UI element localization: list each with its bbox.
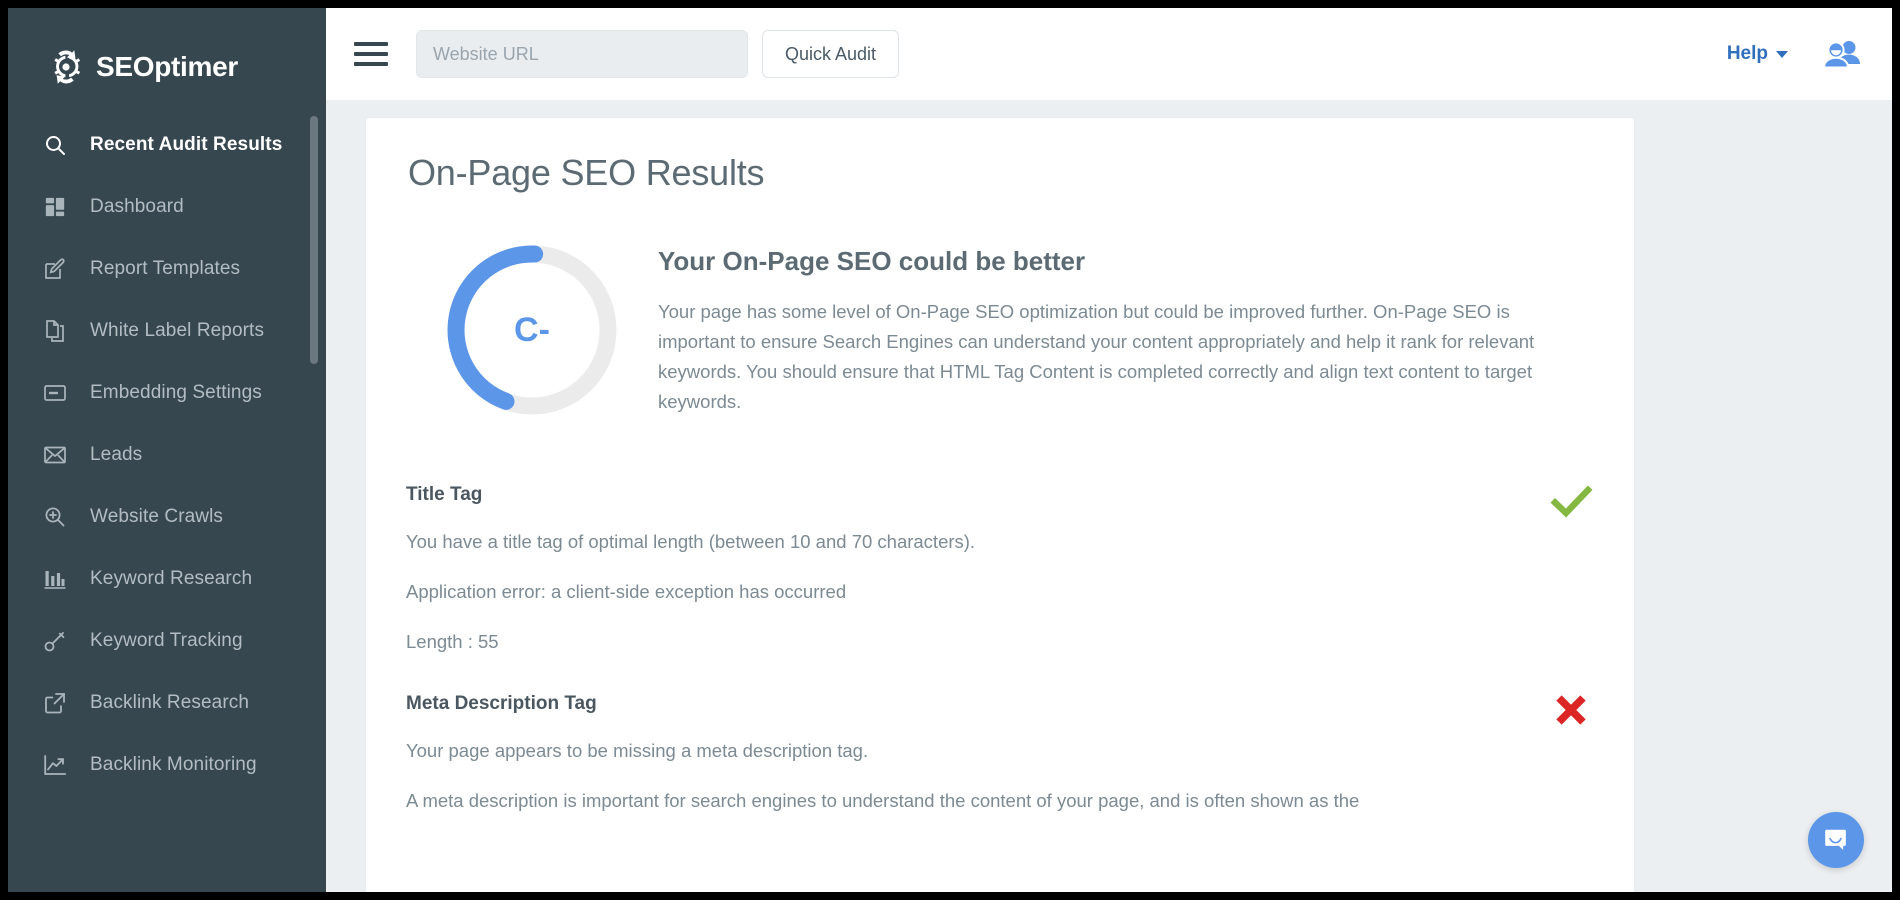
sidebar-item-label: Keyword Research (90, 568, 252, 590)
check-line: Length : 55 (406, 628, 1546, 656)
check-mark-icon (1548, 478, 1594, 524)
main-content: On-Page SEO Results C- Your On-Page SEO … (326, 100, 1892, 892)
page-title: On-Page SEO Results (408, 152, 1584, 194)
copy-documents-icon (42, 318, 68, 344)
quick-audit-button[interactable]: Quick Audit (762, 30, 899, 78)
sidebar-item-recent-audit-results[interactable]: Recent Audit Results (8, 114, 326, 176)
sidebar-item-keyword-research[interactable]: Keyword Research (8, 548, 326, 610)
app-window: SEOptimer Recent Audit Results Dashboard (8, 8, 1892, 892)
sidebar-item-backlink-monitoring[interactable]: Backlink Monitoring (8, 734, 326, 796)
check-title: Title Tag (406, 484, 1584, 506)
line-chart-icon (42, 752, 68, 778)
sidebar-item-label: Recent Audit Results (90, 134, 282, 156)
sidebar: SEOptimer Recent Audit Results Dashboard (8, 8, 326, 892)
external-link-icon (42, 690, 68, 716)
sidebar-item-label: Report Templates (90, 258, 240, 280)
sidebar-nav: Recent Audit Results Dashboard Report Te… (8, 114, 326, 796)
sidebar-item-website-crawls[interactable]: Website Crawls (8, 486, 326, 548)
search-input[interactable] (416, 30, 748, 78)
score-gauge-wrapper: C- (406, 242, 658, 418)
check-line: Application error: a client-side excepti… (406, 578, 1546, 606)
check-title: Meta Description Tag (406, 693, 1584, 715)
sidebar-item-label: Website Crawls (90, 506, 223, 528)
help-menu-button[interactable]: Help (1727, 43, 1788, 65)
sidebar-item-label: Embedding Settings (90, 382, 262, 404)
score-description: Your page has some level of On-Page SEO … (658, 297, 1584, 417)
check-item-title-tag: Title Tag You have a title tag of optima… (406, 484, 1584, 655)
sidebar-item-report-templates[interactable]: Report Templates (8, 238, 326, 300)
score-text-block: Your On-Page SEO could be better Your pa… (658, 242, 1584, 417)
users-account-icon[interactable] (1822, 38, 1862, 70)
sidebar-item-label: White Label Reports (90, 320, 264, 342)
bar-chart-icon (42, 566, 68, 592)
score-summary: C- Your On-Page SEO could be better Your… (406, 242, 1584, 418)
results-card: On-Page SEO Results C- Your On-Page SEO … (366, 118, 1634, 892)
sidebar-item-label: Leads (90, 444, 142, 466)
sidebar-item-embedding-settings[interactable]: Embedding Settings (8, 362, 326, 424)
top-bar: Quick Audit Help (326, 8, 1892, 100)
gear-arrows-logo-icon (46, 47, 86, 87)
score-gauge: C- (444, 242, 620, 418)
key-icon (42, 628, 68, 654)
sidebar-item-backlink-research[interactable]: Backlink Research (8, 672, 326, 734)
sidebar-item-label: Dashboard (90, 196, 184, 218)
sidebar-item-dashboard[interactable]: Dashboard (8, 176, 326, 238)
check-item-meta-description-tag: Meta Description Tag Your page appears t… (406, 693, 1584, 815)
brand-logo-link[interactable]: SEOptimer (8, 8, 326, 100)
sidebar-item-keyword-tracking[interactable]: Keyword Tracking (8, 610, 326, 672)
check-line: You have a title tag of optimal length (… (406, 528, 1546, 556)
pencil-square-icon (42, 256, 68, 282)
score-grade: C- (444, 242, 620, 418)
chat-bubble-icon[interactable] (1808, 812, 1864, 868)
dashboard-grid-icon (42, 194, 68, 220)
sidebar-item-leads[interactable]: Leads (8, 424, 326, 486)
checks-list: Title Tag You have a title tag of optima… (406, 484, 1584, 863)
check-line: A meta description is important for sear… (406, 787, 1546, 815)
brand-name: SEOptimer (96, 53, 238, 81)
sidebar-item-white-label-reports[interactable]: White Label Reports (8, 300, 326, 362)
hamburger-icon[interactable] (350, 33, 392, 75)
chevron-down-icon (1776, 51, 1788, 58)
sidebar-item-label: Keyword Tracking (90, 630, 243, 652)
magnifier-plus-icon (42, 504, 68, 530)
help-label: Help (1727, 43, 1768, 65)
cross-mark-icon (1548, 687, 1594, 733)
search-icon (42, 132, 68, 158)
sidebar-item-label: Backlink Monitoring (90, 754, 257, 776)
check-line: Your page appears to be missing a meta d… (406, 737, 1546, 765)
envelope-icon (42, 442, 68, 468)
sidebar-item-label: Backlink Research (90, 692, 249, 714)
score-heading: Your On-Page SEO could be better (658, 246, 1584, 277)
embed-box-icon (42, 380, 68, 406)
sidebar-scrollbar-thumb[interactable] (310, 116, 318, 364)
